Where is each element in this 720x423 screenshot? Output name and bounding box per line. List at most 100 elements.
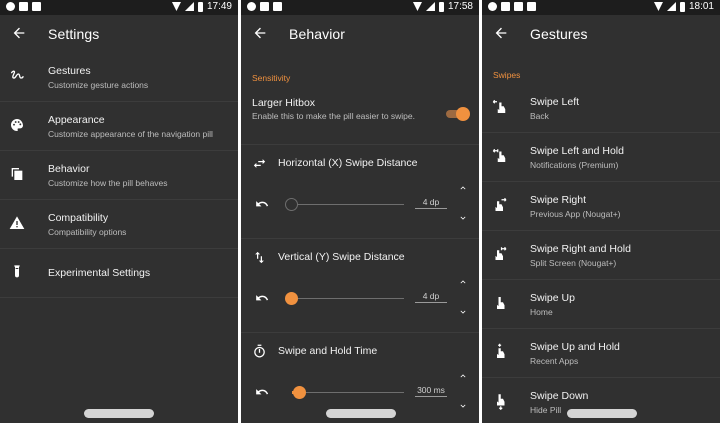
pref-vertical-swipe-distance: Vertical (Y) Swipe Distance [241, 242, 479, 272]
chevron-up-icon[interactable] [457, 371, 469, 381]
system-icons: 17:58 [412, 1, 473, 12]
reset-icon[interactable] [255, 197, 269, 211]
gesture-action: Previous App (Nougat+) [530, 209, 621, 219]
pref-swipe-hold-time: Swipe and Hold Time [241, 336, 479, 366]
settings-item-subtitle: Customize gesture actions [48, 80, 149, 90]
chevron-down-icon[interactable] [457, 213, 469, 223]
swipe-down-icon [497, 394, 505, 410]
status-bar: 18:01 [482, 0, 720, 15]
slider-thumb[interactable] [285, 292, 298, 305]
status-time: 17:58 [447, 1, 473, 12]
larger-hitbox-title: Larger Hitbox [252, 97, 316, 109]
gesture-item-swipe-right-hold[interactable]: Swipe Right and Hold Split Screen (Nouga… [482, 231, 720, 280]
system-icons: 17:49 [171, 1, 232, 12]
pref-label: Horizontal (X) Swipe Distance [278, 157, 418, 169]
image-icon [19, 2, 28, 11]
back-arrow-icon[interactable] [11, 25, 27, 41]
gesture-item-swipe-left-hold[interactable]: Swipe Left and Hold Notifications (Premi… [482, 133, 720, 182]
slider-track[interactable] [292, 392, 404, 393]
gesture-action: Notifications (Premium) [530, 160, 619, 170]
section-header-swipes: Swipes [493, 70, 521, 80]
spotify-icon [247, 2, 256, 11]
spotify-icon [6, 2, 15, 11]
behavior-settings: Sensitivity Larger Hitbox Enable this to… [241, 53, 479, 423]
settings-item-experimental[interactable]: Experimental Settings [0, 249, 238, 298]
reset-icon[interactable] [255, 291, 269, 305]
section-header-sensitivity: Sensitivity [252, 73, 291, 83]
chevron-up-icon[interactable] [457, 277, 469, 287]
swap-horizontal-icon [253, 159, 266, 168]
slider-value[interactable]: 300 ms [415, 385, 447, 397]
settings-item-appearance[interactable]: Appearance Customize appearance of the n… [0, 102, 238, 151]
chevron-down-icon[interactable] [457, 307, 469, 317]
reset-icon[interactable] [255, 385, 269, 399]
gesture-title: Swipe Down [530, 390, 589, 402]
slider-value[interactable]: 4 dp [415, 291, 447, 303]
page-title: Gestures [530, 26, 588, 42]
gesture-item-swipe-right[interactable]: Swipe Right Previous App (Nougat+) [482, 182, 720, 231]
navigation-pill[interactable] [567, 409, 637, 418]
back-arrow-icon[interactable] [493, 25, 509, 41]
settings-item-title: Experimental Settings [48, 267, 151, 279]
gesture-item-swipe-up-hold[interactable]: Swipe Up and Hold Recent Apps [482, 329, 720, 378]
battery-icon [438, 1, 444, 12]
warning-icon [9, 216, 25, 229]
gesture-notification-icon [273, 2, 282, 11]
swipe-up-hold-icon [497, 343, 505, 358]
gesture-title: Swipe Right and Hold [530, 243, 631, 255]
gesture-action: Home [530, 307, 553, 317]
gestures-screen: 18:01 Gestures Swipes Swipe Left Back Sw… [482, 0, 720, 423]
palette-icon [11, 119, 23, 131]
wifi-icon [412, 2, 422, 11]
image-icon [514, 2, 523, 11]
larger-hitbox-description: Enable this to make the pill easier to s… [252, 111, 416, 121]
navigation-pill[interactable] [84, 409, 154, 418]
gesture-action: Recent Apps [530, 356, 579, 366]
slider-thumb[interactable] [293, 386, 306, 399]
gesture-action: Split Screen (Nougat+) [530, 258, 617, 268]
status-bar: 17:49 [0, 0, 238, 15]
signal-icon [666, 2, 676, 11]
settings-list: Gestures Customize gesture actions Appea… [0, 53, 238, 423]
gesture-notification-icon [527, 2, 536, 11]
settings-item-gestures[interactable]: Gestures Customize gesture actions [0, 53, 238, 102]
test-tube-icon [14, 265, 20, 278]
battery-icon [197, 1, 203, 12]
slider-thumb[interactable] [285, 198, 298, 211]
slider-row-horizontal: 4 dp [241, 185, 479, 225]
settings-item-subtitle: Compatibility options [48, 227, 127, 237]
gestures-list: Swipes Swipe Left Back Swipe Left and Ho… [482, 53, 720, 423]
chevron-down-icon[interactable] [457, 401, 469, 411]
app-bar: Gestures [482, 15, 720, 53]
phone-icon [501, 2, 510, 11]
settings-item-title: Gestures [48, 65, 91, 77]
gesture-item-swipe-left[interactable]: Swipe Left Back [482, 84, 720, 133]
back-arrow-icon[interactable] [252, 25, 268, 41]
slider-value[interactable]: 4 dp [415, 197, 447, 209]
gesture-title: Swipe Left [530, 96, 580, 108]
settings-item-compatibility[interactable]: Compatibility Compatibility options [0, 200, 238, 249]
signal-icon [425, 2, 435, 11]
slider-track[interactable] [292, 204, 404, 205]
wifi-icon [171, 2, 181, 11]
app-bar: Behavior [241, 15, 479, 53]
slider-track[interactable] [292, 298, 404, 299]
divider [241, 144, 479, 145]
larger-hitbox-toggle[interactable] [444, 106, 470, 122]
status-bar: 17:58 [241, 0, 479, 15]
notification-icons [247, 2, 282, 11]
app-bar: Settings [0, 15, 238, 53]
wifi-icon [653, 2, 663, 11]
chevron-up-icon[interactable] [457, 183, 469, 193]
settings-item-title: Appearance [48, 114, 105, 126]
gesture-title: Swipe Up [530, 292, 575, 304]
gesture-action: Hide Pill [530, 405, 562, 415]
gesture-item-swipe-up[interactable]: Swipe Up Home [482, 280, 720, 329]
gesture-icon [11, 70, 24, 79]
settings-item-title: Compatibility [48, 212, 109, 224]
status-time: 17:49 [206, 1, 232, 12]
settings-item-title: Behavior [48, 163, 90, 175]
settings-item-behavior[interactable]: Behavior Customize how the pill behaves [0, 151, 238, 200]
gesture-title: Swipe Right [530, 194, 587, 206]
navigation-pill[interactable] [326, 409, 396, 418]
